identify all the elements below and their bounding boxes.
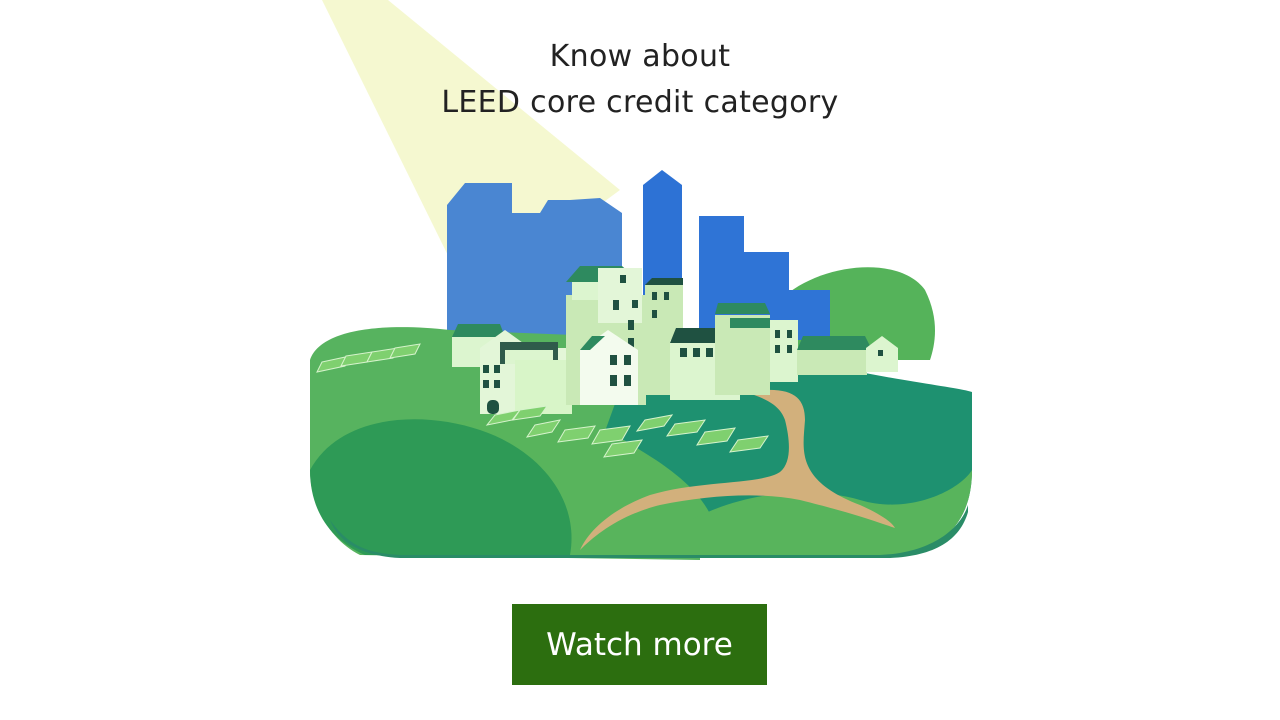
watch-more-button[interactable]: Watch more xyxy=(512,604,767,685)
headline-line-2: LEED core credit category xyxy=(441,85,839,120)
headline: Know about LEED core credit category xyxy=(0,34,1280,126)
headline-line-1: Know about xyxy=(549,39,731,74)
